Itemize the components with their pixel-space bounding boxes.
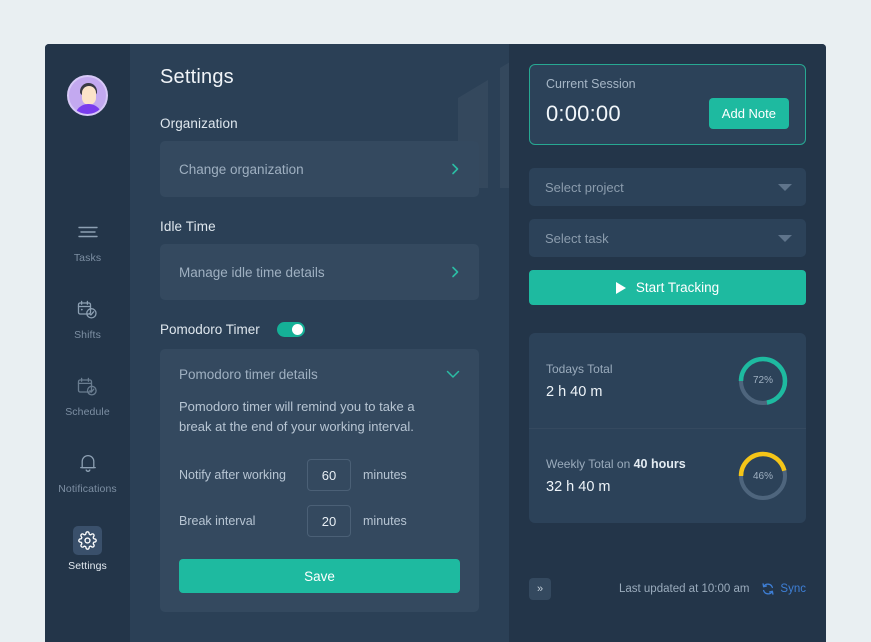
sidebar-item-label: Tasks bbox=[73, 252, 102, 264]
chevron-down-icon bbox=[446, 370, 460, 378]
pomodoro-description: Pomodoro timer will remind you to take a… bbox=[179, 399, 415, 435]
weekly-total-label: Weekly Total on 40 hours bbox=[546, 457, 737, 471]
pomodoro-toggle-row: Pomodoro Timer bbox=[160, 322, 479, 337]
todays-total-ring: 72% bbox=[737, 355, 789, 407]
project-select[interactable]: Select project bbox=[529, 168, 806, 206]
sidebar-item-label: Schedule bbox=[65, 406, 110, 418]
sidebar-item-label: Settings bbox=[68, 560, 107, 572]
current-session-card: Current Session 0:00:00 Add Note bbox=[529, 64, 806, 145]
notify-after-working-label: Notify after working bbox=[179, 468, 286, 483]
pomodoro-details-card: Pomodoro timer details Pomodoro timer wi… bbox=[160, 349, 479, 613]
current-session-label: Current Session bbox=[546, 77, 636, 91]
sidebar-item-tasks[interactable]: Tasks bbox=[45, 209, 130, 273]
todays-total-label-text: Todays Total bbox=[546, 361, 613, 376]
task-select-value: Select task bbox=[545, 230, 609, 246]
sidebar-item-schedule[interactable]: Schedule bbox=[45, 363, 130, 427]
app-window: Tasks Shifts Schedule Notifications Sett… bbox=[45, 44, 826, 642]
weekly-total-row: Weekly Total on 40 hours 32 h 40 m 46% bbox=[529, 428, 806, 523]
totals-card: Todays Total 2 h 40 m 72% Weekly Total o… bbox=[529, 333, 806, 523]
start-tracking-button[interactable]: Start Tracking bbox=[529, 270, 806, 305]
play-icon bbox=[615, 281, 626, 294]
collapse-panel-button[interactable]: » bbox=[529, 578, 551, 600]
sidebar-item-shifts[interactable]: Shifts bbox=[45, 286, 130, 350]
avatar-body bbox=[75, 104, 102, 114]
pomodoro-toggle[interactable] bbox=[276, 322, 305, 337]
panel-footer: » Last updated at 10:00 am Sync bbox=[509, 578, 826, 600]
sync-button[interactable]: Sync bbox=[761, 582, 806, 596]
avatar-face bbox=[81, 86, 96, 105]
shifts-icon bbox=[73, 295, 102, 324]
page-title: Settings bbox=[160, 66, 234, 88]
pomodoro-details-header[interactable]: Pomodoro timer details bbox=[179, 367, 460, 382]
tracker-panel: Current Session 0:00:00 Add Note Select … bbox=[509, 44, 826, 642]
chevron-down-icon bbox=[778, 234, 792, 242]
break-interval-label: Break interval bbox=[179, 514, 256, 529]
chevron-right-icon bbox=[452, 163, 459, 175]
change-organization-row[interactable]: Change organization bbox=[160, 141, 479, 197]
main-content: Settings Organization Change organizatio… bbox=[130, 44, 509, 642]
task-select[interactable]: Select task bbox=[529, 219, 806, 257]
add-note-button[interactable]: Add Note bbox=[708, 98, 789, 129]
sidebar-item-label: Notifications bbox=[58, 483, 117, 495]
notify-after-working-row: Notify after working minutes bbox=[179, 459, 460, 492]
todays-total-value: 2 h 40 m bbox=[546, 383, 603, 400]
weekly-total-goal: 40 hours bbox=[633, 457, 686, 471]
notify-unit-label: minutes bbox=[363, 468, 407, 483]
toggle-knob bbox=[291, 324, 303, 335]
sidebar-item-label: Shifts bbox=[74, 329, 101, 341]
session-timer: 0:00:00 bbox=[546, 100, 621, 126]
sidebar: Tasks Shifts Schedule Notifications Sett… bbox=[45, 44, 130, 642]
manage-idle-time-label: Manage idle time details bbox=[179, 264, 325, 280]
todays-total-label: Todays Total bbox=[546, 362, 737, 376]
idle-time-section-label: Idle Time bbox=[160, 219, 216, 234]
sync-icon bbox=[762, 583, 774, 595]
project-select-value: Select project bbox=[545, 179, 624, 195]
last-updated-text: Last updated at 10:00 am bbox=[618, 583, 750, 595]
weekly-total-percent: 46% bbox=[752, 470, 773, 482]
gear-icon bbox=[73, 526, 102, 555]
sidebar-nav: Tasks Shifts Schedule Notifications Sett… bbox=[45, 209, 130, 594]
save-button[interactable]: Save bbox=[179, 559, 460, 594]
sidebar-item-notifications[interactable]: Notifications bbox=[45, 440, 130, 504]
schedule-icon bbox=[73, 372, 102, 401]
weekly-total-value: 32 h 40 m bbox=[546, 479, 611, 495]
sidebar-item-settings[interactable]: Settings bbox=[45, 517, 130, 581]
todays-total-percent: 72% bbox=[752, 375, 773, 386]
break-interval-input[interactable] bbox=[307, 505, 351, 538]
weekly-total-ring: 46% bbox=[737, 450, 789, 502]
tasks-icon bbox=[73, 218, 102, 247]
chevron-right-icon bbox=[452, 266, 459, 278]
organization-section-label: Organization bbox=[160, 116, 238, 131]
manage-idle-time-row[interactable]: Manage idle time details bbox=[160, 244, 479, 300]
change-organization-label: Change organization bbox=[179, 161, 304, 177]
bell-icon bbox=[73, 449, 102, 478]
start-tracking-label: Start Tracking bbox=[635, 280, 720, 295]
notify-after-working-input[interactable] bbox=[307, 459, 351, 492]
chevron-down-icon bbox=[778, 183, 792, 191]
todays-total-row: Todays Total 2 h 40 m 72% bbox=[529, 333, 806, 428]
weekly-total-label-text: Weekly Total on bbox=[546, 457, 634, 471]
break-interval-row: Break interval minutes bbox=[179, 505, 460, 538]
pomodoro-timer-label: Pomodoro Timer bbox=[160, 322, 260, 337]
avatar[interactable] bbox=[67, 75, 108, 116]
pomodoro-details-label: Pomodoro timer details bbox=[179, 367, 318, 382]
break-unit-label: minutes bbox=[363, 514, 407, 529]
sync-label: Sync bbox=[780, 583, 806, 595]
